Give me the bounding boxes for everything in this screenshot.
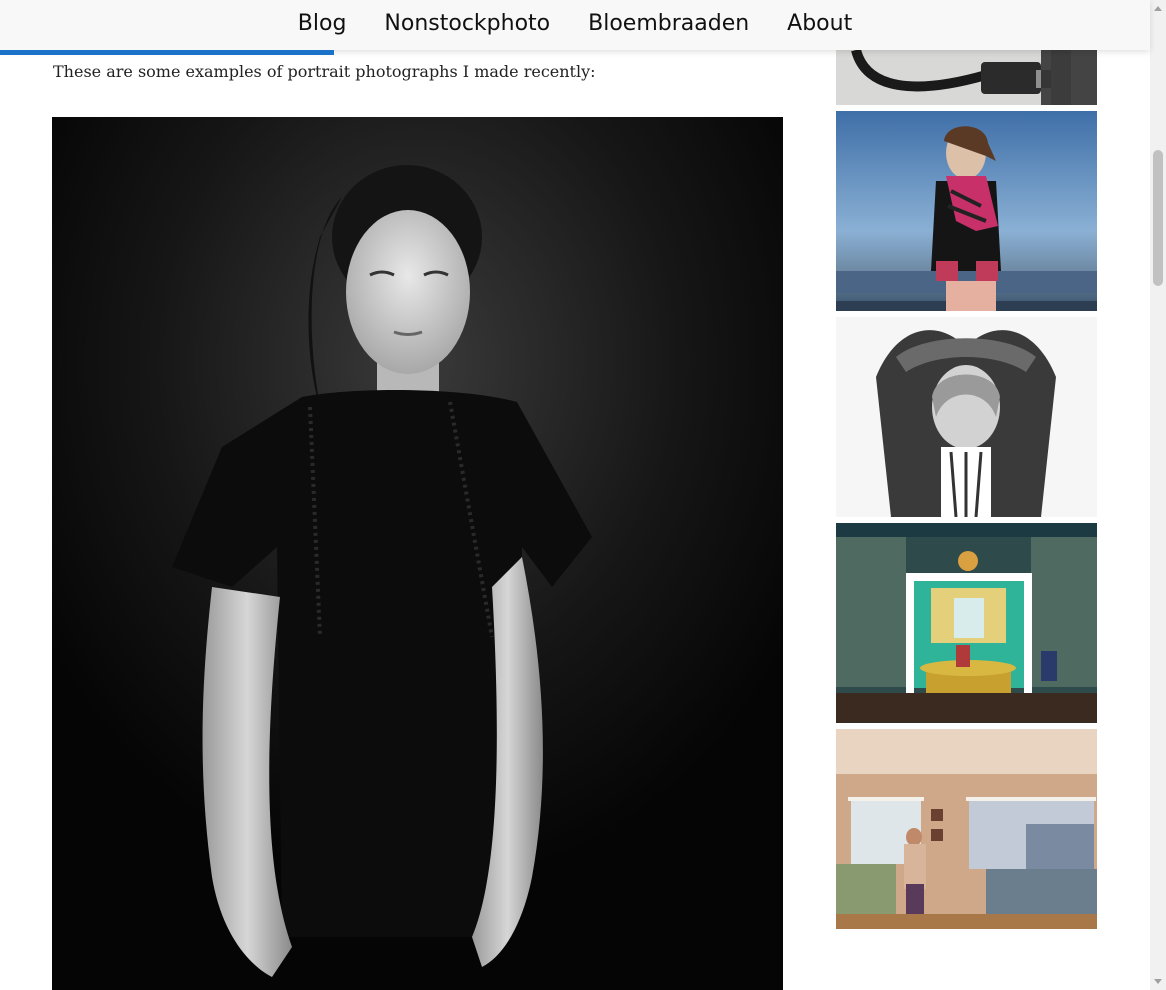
thumbnail-arms-over-head[interactable] bbox=[836, 317, 1097, 517]
thumbnail-image bbox=[836, 729, 1097, 929]
thumbnail-image bbox=[836, 111, 1097, 311]
thumbnail-image bbox=[836, 317, 1097, 517]
thumbnail-image bbox=[836, 50, 1097, 105]
portrait-image bbox=[52, 117, 783, 990]
top-navigation: Blog Nonstockphoto Bloembraaden About bbox=[0, 0, 1150, 50]
thumbnail-image bbox=[836, 523, 1097, 723]
reading-progress-bar bbox=[0, 50, 334, 55]
nav-item-nonstockphoto[interactable]: Nonstockphoto bbox=[384, 0, 550, 48]
intro-text: These are some examples of portrait phot… bbox=[53, 62, 596, 81]
thumbnail-dining-room-scene[interactable] bbox=[836, 523, 1097, 723]
nav-item-about[interactable]: About bbox=[787, 0, 852, 48]
thumbnail-cable-photo[interactable] bbox=[836, 50, 1097, 105]
thumbnail-girl-with-scarf[interactable] bbox=[836, 111, 1097, 311]
scroll-down-arrow-icon[interactable] bbox=[1154, 979, 1162, 984]
page-scrollbar[interactable] bbox=[1150, 0, 1166, 990]
scroll-up-arrow-icon[interactable] bbox=[1154, 6, 1162, 11]
thumbnail-living-room-scene[interactable] bbox=[836, 729, 1097, 929]
scrollbar-thumb[interactable] bbox=[1153, 150, 1163, 286]
nav-menu: Blog Nonstockphoto Bloembraaden About bbox=[0, 0, 1150, 48]
nav-item-blog[interactable]: Blog bbox=[298, 0, 347, 48]
nav-item-bloembraaden[interactable]: Bloembraaden bbox=[588, 0, 749, 48]
main-portrait-photo[interactable] bbox=[52, 117, 783, 990]
